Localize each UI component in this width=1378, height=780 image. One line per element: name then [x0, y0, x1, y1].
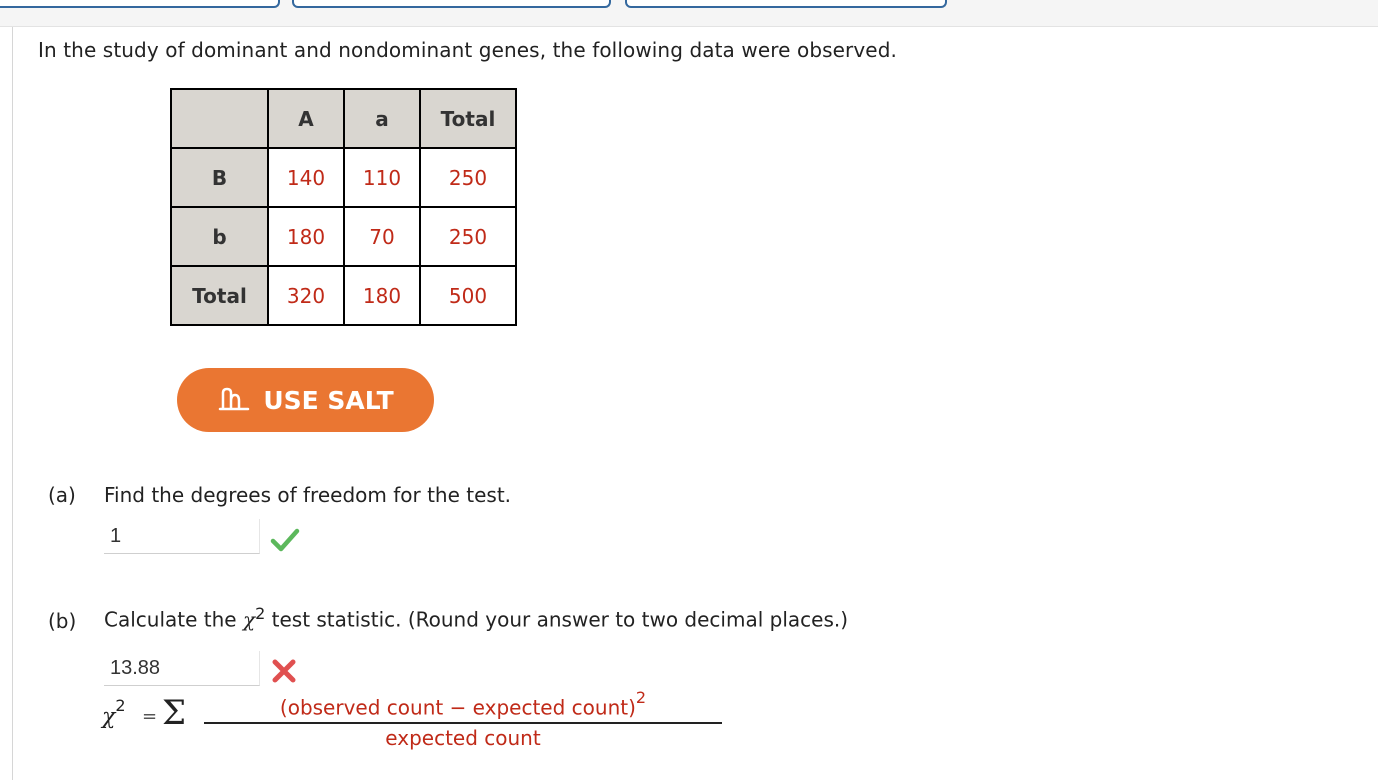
- table-cell: 320: [267, 265, 345, 326]
- table-row: Total 320 180 500: [170, 265, 517, 326]
- use-salt-label: USE SALT: [263, 385, 394, 415]
- table-cell: 180: [267, 206, 345, 267]
- sigma-icon: Σ: [162, 693, 187, 733]
- table-cell: 250: [419, 206, 517, 267]
- left-divider: [12, 27, 13, 780]
- part-b-question: Calculate the χ2 test statistic. (Round …: [104, 604, 848, 632]
- column-header: a: [343, 88, 421, 149]
- table-cell: 110: [343, 147, 421, 208]
- table-corner-cell: [170, 88, 269, 149]
- salt-logo-icon: [219, 387, 250, 411]
- row-header: b: [170, 206, 269, 267]
- formula-denominator: expected count: [385, 725, 541, 750]
- part-a-label: (a): [48, 483, 76, 507]
- table-header-row: A a Total: [170, 88, 517, 149]
- table-cell: 250: [419, 147, 517, 208]
- row-header: B: [170, 147, 269, 208]
- contingency-table: A a Total B 140 110 250 b 180 70 250 Tot…: [170, 88, 517, 326]
- column-header: Total: [419, 88, 517, 149]
- part-a-question: Find the degrees of freedom for the test…: [104, 483, 512, 507]
- question-b-pre: Calculate the: [104, 607, 237, 632]
- formula-equals: =: [142, 706, 158, 727]
- degrees-of-freedom-input[interactable]: [104, 519, 260, 554]
- formula-lhs: χ2: [102, 696, 126, 730]
- row-header: Total: [170, 265, 269, 326]
- chi-square-input[interactable]: [104, 651, 260, 686]
- table-row: B 140 110 250: [170, 147, 517, 208]
- question-intro: In the study of dominant and nondominant…: [38, 38, 897, 62]
- table-cell: 140: [267, 147, 345, 208]
- top-tab-3[interactable]: [625, 0, 947, 8]
- table-cell: 500: [419, 265, 517, 326]
- column-header: A: [267, 88, 345, 149]
- checkmark-icon: [270, 528, 300, 552]
- top-toolbar: [0, 0, 1378, 27]
- table-cell: 180: [343, 265, 421, 326]
- top-tab-2[interactable]: [292, 0, 611, 8]
- formula-fraction: (observed count − expected count)2 expec…: [204, 688, 722, 750]
- table-row: b 180 70 250: [170, 206, 517, 267]
- part-b-label: (b): [48, 609, 77, 633]
- top-tab-1[interactable]: [0, 0, 280, 8]
- question-b-post: test statistic. (Round your answer to tw…: [271, 607, 849, 632]
- chi-symbol: χ: [242, 607, 256, 632]
- x-mark-icon: [272, 659, 296, 683]
- table-cell: 70: [343, 206, 421, 267]
- use-salt-button[interactable]: USE SALT: [177, 368, 434, 432]
- chi-exponent: 2: [255, 604, 266, 623]
- formula-numerator: (observed count − expected count)2: [204, 688, 722, 724]
